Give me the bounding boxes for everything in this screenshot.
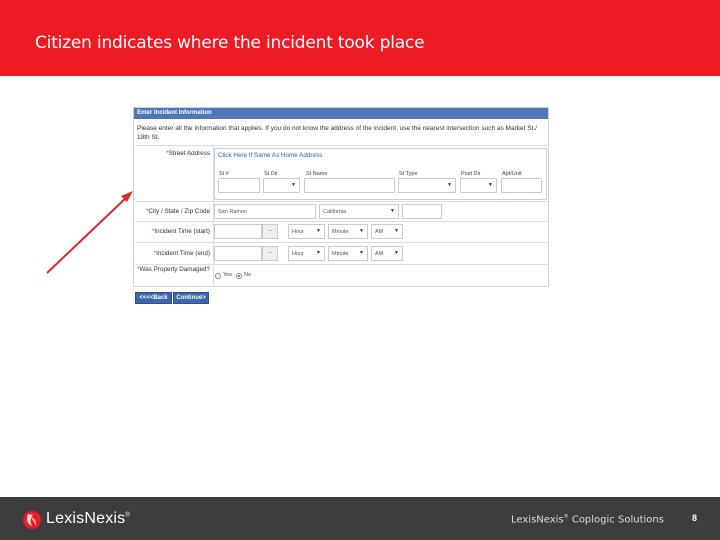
st-name-input[interactable] [304, 178, 395, 193]
st-name-label: St Name [306, 171, 328, 177]
incident-start-date-button[interactable]: ... [262, 224, 278, 239]
incident-end-hour-select[interactable]: Hour ▼ [288, 246, 325, 261]
incident-start-date-input[interactable] [214, 224, 262, 239]
st-type-label: St Type [399, 171, 418, 177]
incident-start-ampm-select[interactable]: AM ▼ [371, 224, 403, 239]
post-dir-label: Post Dir [461, 171, 481, 177]
street-address-label: *Street Address [166, 150, 210, 157]
chevron-down-icon: ▼ [394, 250, 399, 256]
incident-start-label: *Incident Time (start) [151, 228, 210, 235]
property-damaged-yes-radio[interactable] [215, 273, 221, 279]
city-input[interactable]: San Ramon [214, 204, 316, 219]
chevron-down-icon: ▼ [291, 182, 296, 188]
footer-logo: LexisNexis® [46, 510, 130, 527]
property-damaged-no-label: No [244, 272, 252, 278]
chevron-down-icon: ▼ [359, 250, 364, 256]
property-damaged-no-radio[interactable] [236, 273, 242, 279]
chevron-down-icon: ▼ [390, 208, 395, 214]
chevron-down-icon: ▼ [394, 228, 399, 234]
incident-end-label: *Incident Time (end) [153, 250, 210, 257]
slide-title: Citizen indicates where the incident too… [35, 33, 425, 53]
form-instructions: Please enter all the information that ap… [137, 125, 537, 141]
back-button[interactable]: <<<<Back [135, 292, 172, 304]
incident-start-minute-select[interactable]: Minute ▼ [328, 224, 368, 239]
st-type-select[interactable]: ▼ [398, 178, 456, 193]
row-divider [135, 201, 549, 202]
property-damaged-label: *Was Property Damaged? [137, 266, 210, 273]
page-number: 8 [692, 513, 698, 523]
row-divider [135, 145, 549, 146]
incident-end-ampm-select[interactable]: AM ▼ [371, 246, 403, 261]
apt-unit-label: Apt/Unit [502, 171, 522, 177]
st-num-label: St # [219, 171, 229, 177]
incident-end-minute-select[interactable]: Minute ▼ [328, 246, 368, 261]
same-as-home-link[interactable]: Click Here If Same As Home Address [218, 152, 322, 159]
footer: LexisNexis® LexisNexis® Coplogic Solutio… [0, 497, 720, 540]
row-divider [135, 264, 549, 265]
lexisnexis-logo-icon [23, 511, 41, 529]
chevron-down-icon: ▼ [316, 228, 321, 234]
property-damaged-yes-label: Yes [223, 272, 232, 278]
chevron-down-icon: ▼ [316, 250, 321, 256]
incident-end-date-input[interactable] [214, 246, 262, 261]
chevron-down-icon: ▼ [447, 182, 452, 188]
st-num-input[interactable] [218, 178, 260, 193]
zip-input[interactable] [402, 204, 442, 219]
incident-form: Enter Incident Information Please enter … [133, 107, 549, 287]
st-dir-label: St Dir [264, 171, 278, 177]
apt-unit-input[interactable] [501, 178, 542, 193]
chevron-down-icon: ▼ [359, 228, 364, 234]
post-dir-select[interactable]: ▼ [460, 178, 497, 193]
state-select[interactable]: California ▼ [319, 204, 399, 219]
incident-end-date-button[interactable]: ... [262, 246, 278, 261]
chevron-down-icon: ▼ [488, 182, 493, 188]
incident-start-hour-select[interactable]: Hour ▼ [288, 224, 325, 239]
st-dir-select[interactable]: ▼ [263, 178, 300, 193]
city-state-zip-label: *City / State / Zip Code [145, 208, 210, 215]
footer-company: LexisNexis® Coplogic Solutions [511, 514, 664, 526]
row-divider [135, 221, 549, 222]
row-divider [135, 242, 549, 243]
continue-button[interactable]: Continue> [173, 292, 209, 304]
form-header: Enter Incident Information [134, 108, 548, 119]
street-address-group: Click Here If Same As Home Address St # … [214, 148, 547, 200]
title-bar: Citizen indicates where the incident too… [0, 0, 720, 76]
